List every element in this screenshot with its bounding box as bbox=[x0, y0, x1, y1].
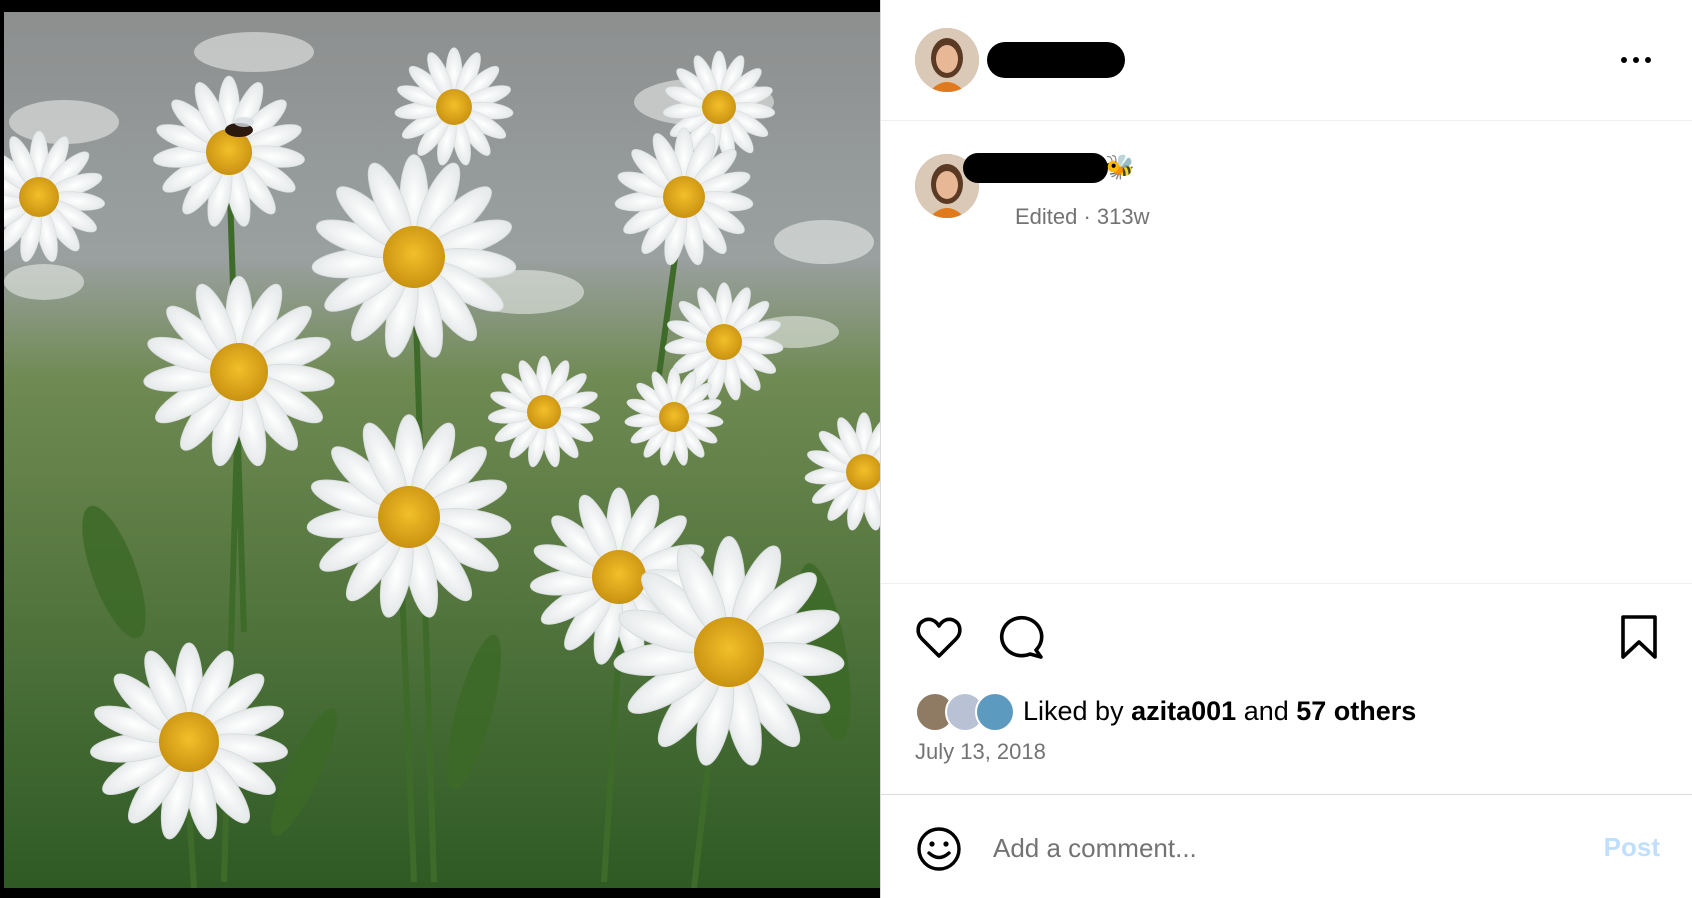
post-date[interactable]: July 13, 2018 bbox=[915, 739, 1046, 765]
redacted-caption-text bbox=[963, 153, 1108, 183]
liker-avatar bbox=[975, 692, 1015, 732]
bee-emoji: 🐝 bbox=[1105, 154, 1135, 181]
likes-summary: Liked by azita001 and 57 others bbox=[1023, 696, 1416, 727]
like-button[interactable] bbox=[915, 614, 963, 660]
liked-by-prefix: Liked by bbox=[1023, 696, 1124, 726]
daisies-image bbox=[4, 12, 880, 888]
emoji-icon bbox=[917, 827, 961, 871]
comment-composer: Post bbox=[881, 795, 1692, 898]
post-photo bbox=[4, 12, 880, 888]
heart-icon bbox=[916, 617, 962, 658]
liker-username-link[interactable]: azita001 bbox=[1131, 696, 1236, 726]
post-actions: Liked by azita001 and 57 others July 13,… bbox=[881, 583, 1692, 795]
post-header bbox=[881, 0, 1692, 121]
others-count-link[interactable]: 57 others bbox=[1296, 696, 1416, 726]
author-photo bbox=[915, 28, 979, 92]
post-comment-button[interactable]: Post bbox=[1604, 832, 1660, 863]
liked-by-conjunction: and bbox=[1243, 696, 1289, 726]
redacted-username bbox=[987, 42, 1125, 78]
comment-button[interactable] bbox=[996, 614, 1044, 660]
edited-timestamp: Edited · 313w bbox=[1015, 204, 1150, 229]
comment-bubble-icon bbox=[999, 615, 1044, 659]
post-details-panel: 🐝 Edited · 313w Liked by azita001 and 57… bbox=[880, 0, 1692, 898]
emoji-picker-button[interactable] bbox=[915, 825, 963, 873]
more-icon bbox=[1621, 57, 1651, 63]
more-options-button[interactable] bbox=[1616, 44, 1656, 76]
caption-section: 🐝 Edited · 313w bbox=[881, 121, 1692, 583]
bookmark-icon bbox=[1621, 615, 1657, 659]
save-button[interactable] bbox=[1618, 614, 1660, 660]
post-modal: 🐝 Edited · 313w Liked by azita001 and 57… bbox=[0, 0, 1692, 898]
comment-input[interactable] bbox=[993, 823, 1553, 873]
liker-avatars[interactable] bbox=[915, 692, 1025, 732]
author-avatar[interactable] bbox=[915, 28, 979, 92]
